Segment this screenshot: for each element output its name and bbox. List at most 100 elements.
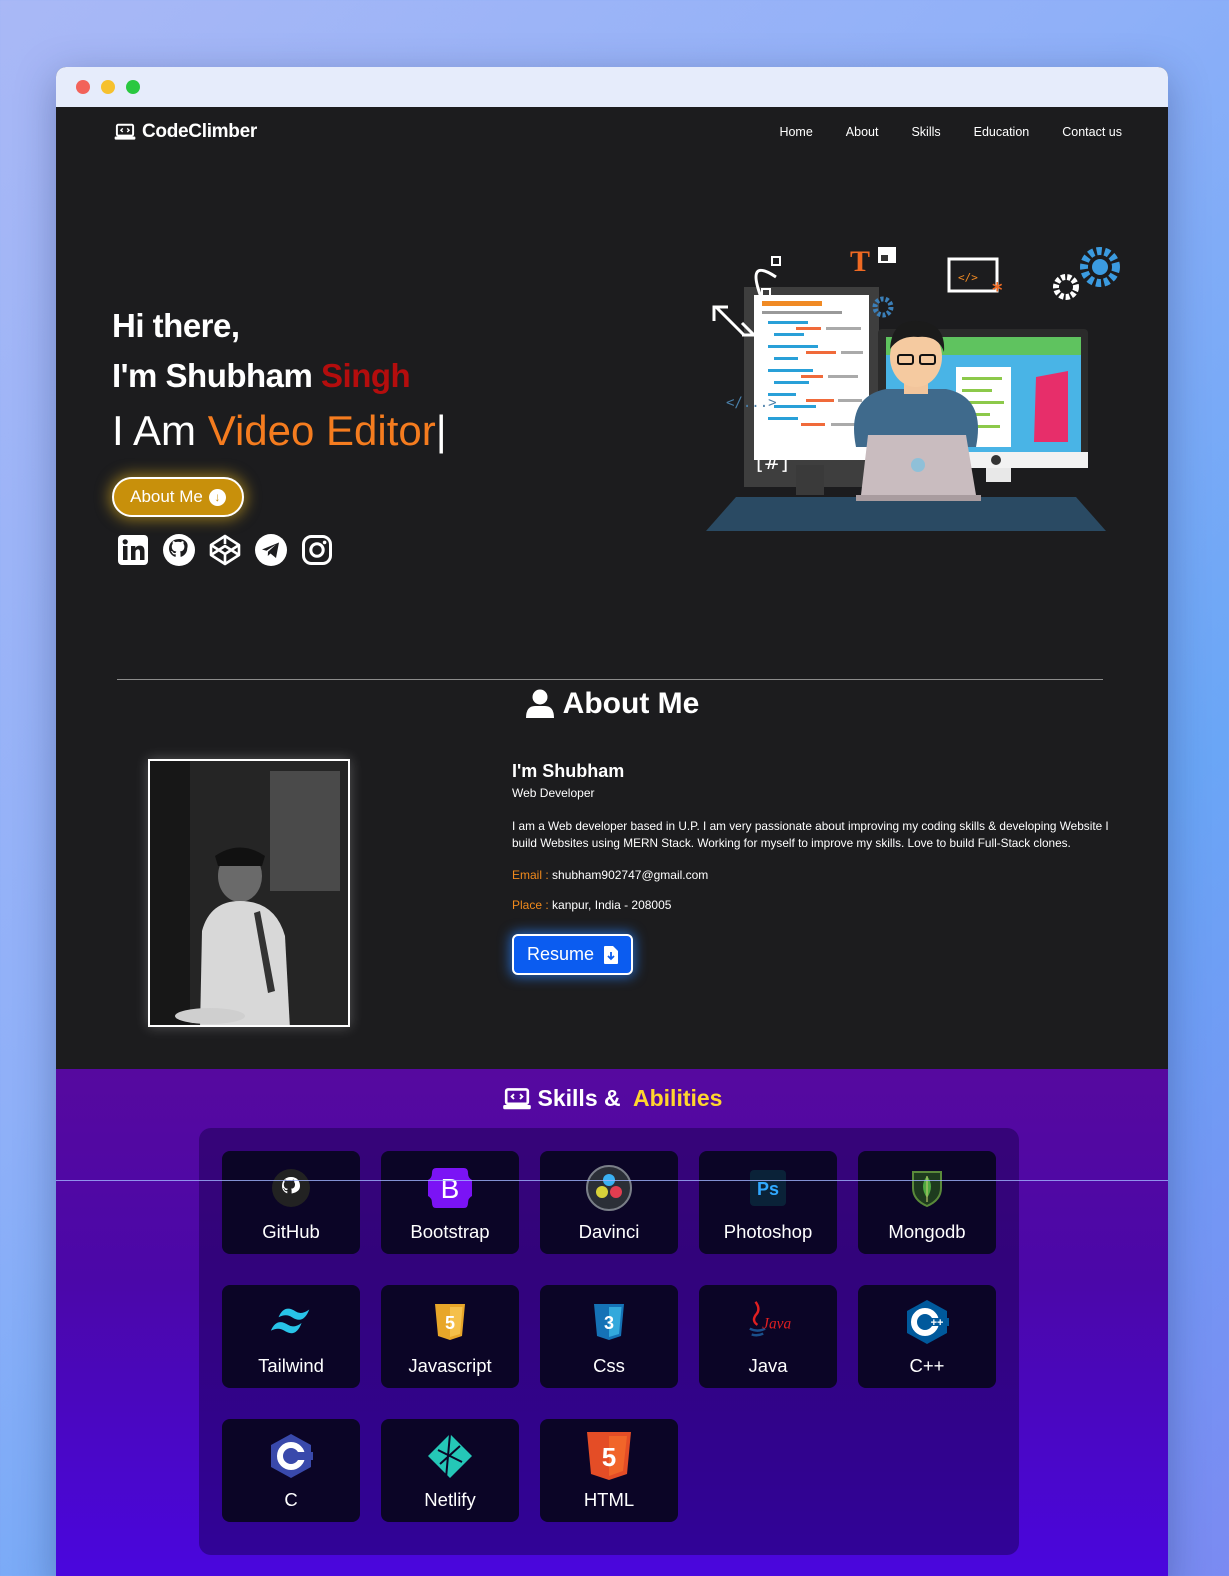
place-label: Place :	[512, 898, 549, 912]
svg-text:[#]: [#]	[756, 450, 788, 474]
svg-text:*: *	[992, 278, 1003, 302]
window-titlebar	[56, 67, 1168, 107]
about-title-text: About Me	[562, 687, 700, 720]
java-icon: Java	[744, 1298, 792, 1346]
brand-name: CodeClimber	[142, 121, 257, 142]
email-label: Email :	[512, 868, 549, 882]
nav-link-education[interactable]: Education	[974, 125, 1030, 139]
skill-label: Css	[593, 1355, 625, 1376]
skill-card-cpp[interactable]: ++ C++	[858, 1285, 996, 1388]
section-divider	[117, 679, 1103, 680]
skill-card-bootstrap[interactable]: B Bootstrap	[381, 1151, 519, 1254]
hero-role: I Am Video Editor|	[112, 407, 447, 455]
skill-card-photoshop[interactable]: Ps Photoshop	[699, 1151, 837, 1254]
about-email-row: Email : shubham902747@gmail.com	[512, 868, 1122, 882]
developer-illustration: T </> * </...> [#]	[706, 245, 1120, 531]
skill-card-java[interactable]: Java Java	[699, 1285, 837, 1388]
about-place-row: Place : kanpur, India - 208005	[512, 898, 1122, 912]
html5-icon: 5	[585, 1432, 633, 1480]
overlay-guide-line	[56, 1180, 1168, 1181]
about-info: I'm Shubham Web Developer I am a Web dev…	[512, 761, 1122, 975]
skill-card-css[interactable]: 3 Css	[540, 1285, 678, 1388]
skill-label: Java	[748, 1355, 788, 1376]
about-me-button-label: About Me	[130, 487, 203, 506]
skill-label: Netlify	[424, 1489, 476, 1510]
svg-text:T: T	[850, 245, 870, 278]
skill-card-github[interactable]: GitHub	[222, 1151, 360, 1254]
laptop-code-icon	[114, 123, 136, 140]
skill-card-html[interactable]: 5 HTML	[540, 1419, 678, 1522]
hero-section: Hi there, I'm Shubham Singh I Am Video E…	[56, 159, 1168, 679]
github-icon[interactable]	[162, 533, 196, 567]
user-icon	[525, 689, 554, 718]
skill-label: C++	[909, 1355, 945, 1376]
about-heading: I'm Shubham	[512, 761, 625, 781]
netlify-icon	[426, 1432, 474, 1480]
hero-name-prefix: I'm Shubham	[112, 357, 322, 394]
arrow-down-circle-icon: ↓	[208, 488, 226, 506]
skill-label: Photoshop	[723, 1221, 813, 1242]
minimize-window-button[interactable]	[101, 80, 115, 94]
about-description: I am a Web developer based in U.P. I am …	[512, 819, 1109, 850]
svg-text:B: B	[441, 1173, 460, 1204]
nav-links: Home About Skills Education Contact us	[779, 125, 1122, 139]
skill-label: C	[284, 1489, 298, 1510]
file-download-icon	[604, 945, 619, 964]
nav-link-home[interactable]: Home	[779, 125, 812, 139]
javascript-icon: 5	[426, 1298, 474, 1346]
tailwind-icon	[267, 1298, 315, 1346]
maximize-window-button[interactable]	[126, 80, 140, 94]
skills-title-prefix: Skills &	[537, 1085, 627, 1111]
davinci-resolve-icon	[585, 1164, 633, 1212]
skill-label: Bootstrap	[410, 1221, 490, 1242]
svg-text:5: 5	[445, 1313, 455, 1333]
c-language-icon	[267, 1432, 315, 1480]
svg-text:3: 3	[604, 1313, 614, 1333]
skill-card-mongodb[interactable]: Mongodb	[858, 1151, 996, 1254]
nav-link-about[interactable]: About	[846, 125, 879, 139]
about-title: About Me	[56, 687, 1168, 721]
skill-label: Javascript	[408, 1355, 492, 1376]
codepen-icon[interactable]	[208, 533, 242, 567]
profile-photo-image	[150, 761, 348, 1025]
github-icon	[267, 1164, 315, 1212]
svg-text:++: ++	[931, 1317, 944, 1329]
hero-role-prefix: I Am	[112, 407, 208, 454]
hero-greeting: Hi there,	[112, 307, 240, 344]
skill-label: Mongodb	[888, 1221, 966, 1242]
hero-role-highlight: Video Editor	[207, 407, 436, 454]
svg-text:5: 5	[602, 1442, 616, 1472]
svg-text:Ps: Ps	[757, 1179, 779, 1199]
nav-link-skills[interactable]: Skills	[911, 125, 940, 139]
nav-link-contact[interactable]: Contact us	[1062, 125, 1122, 139]
close-window-button[interactable]	[76, 80, 90, 94]
skill-card-c[interactable]: C	[222, 1419, 360, 1522]
bootstrap-icon: B	[426, 1164, 474, 1212]
skill-card-javascript[interactable]: 5 Javascript	[381, 1285, 519, 1388]
resume-button[interactable]: Resume	[512, 934, 633, 975]
profile-photo	[148, 759, 350, 1027]
skills-title-highlight: Abilities	[633, 1085, 723, 1111]
email-value[interactable]: shubham902747@gmail.com	[552, 868, 708, 882]
skills-section: Skills & Abilities GitHub B Bootstrap Da…	[56, 1069, 1168, 1576]
skill-card-netlify[interactable]: Netlify	[381, 1419, 519, 1522]
hero-name-highlight: Singh	[321, 357, 411, 394]
skill-label: Tailwind	[258, 1355, 324, 1376]
browser-window: CodeClimber Home About Skills Education …	[56, 67, 1168, 1576]
mongodb-icon	[903, 1164, 951, 1212]
telegram-icon[interactable]	[254, 533, 288, 567]
linkedin-icon[interactable]	[116, 533, 150, 567]
skill-card-davinci[interactable]: Davinci	[540, 1151, 678, 1254]
brand-logo[interactable]: CodeClimber	[114, 121, 257, 143]
skills-panel: GitHub B Bootstrap Davinci Ps Photoshop …	[199, 1128, 1019, 1555]
resume-button-label: Resume	[526, 944, 595, 964]
svg-text:</>: </>	[958, 271, 978, 284]
top-navbar: CodeClimber Home About Skills Education …	[56, 107, 1168, 159]
hero-name: I'm Shubham Singh	[112, 357, 411, 395]
css3-icon: 3	[585, 1298, 633, 1346]
about-me-button[interactable]: About Me ↓	[112, 477, 244, 517]
skill-card-tailwind[interactable]: Tailwind	[222, 1285, 360, 1388]
svg-text:</...>: </...>	[726, 395, 777, 411]
instagram-icon[interactable]	[300, 533, 334, 567]
typing-cursor: |	[435, 407, 447, 454]
